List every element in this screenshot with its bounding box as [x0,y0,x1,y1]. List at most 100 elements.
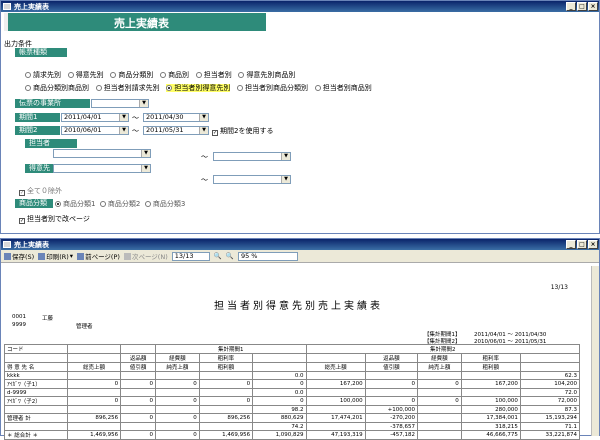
period2-use-checkbox[interactable]: ✓ 期間2を使用する [212,126,273,136]
preview-maximize-button[interactable]: □ [577,240,587,249]
period2-to-select[interactable]: 2011/05/31 [143,126,209,135]
preview-minimize-button[interactable]: _ [566,240,576,249]
print-button[interactable]: 印刷(R) ▾ [38,251,73,261]
table-cell: ＊ 総合計 ＊ [4,430,68,440]
zoom-select[interactable]: 95 % [237,251,298,261]
table-cell [305,405,366,414]
close-button[interactable]: × [588,2,598,11]
table-cell [198,405,254,414]
radio-category[interactable]: 商品分類別 [110,71,153,79]
person-from-select[interactable] [53,149,151,158]
radio-product[interactable]: 商品別 [160,71,189,79]
radio-person-customer[interactable]: 担当者別得意先別 [166,84,231,92]
preview-close-button[interactable]: × [588,240,598,249]
preview-app-icon [3,241,11,248]
radio-category-product[interactable]: 商品分類別商品別 [25,84,89,92]
period1-to-select[interactable]: 2011/04/30 [143,113,209,122]
report-settings-window: 売上実績表 _ □ × 売上実績表 出力条件 帳票種類 請求先別 得意先別 商品分類… [0,0,600,234]
table-cell: 0 [154,379,200,389]
table-row: d-9999 0.0 72.0 [4,388,581,397]
preview-titlebar: 売上実績表 _ □ × [1,239,599,250]
table-cell: 0 [120,430,156,440]
table-cell: 71.1 [519,422,581,431]
office-label: 伝票の事業所 [15,99,90,108]
table-cell: 0 [198,379,254,389]
minimize-button[interactable]: _ [566,2,576,11]
zoom-out-button[interactable]: 🔍 [226,252,234,260]
table-cell [66,371,122,380]
table-cell: 1,469,956 [198,430,254,440]
table-cell: 87.3 [519,405,581,414]
office-select[interactable] [91,99,149,108]
table-cell [305,388,366,397]
radio-customer-product[interactable]: 得意先別商品別 [238,71,295,79]
table-cell: 62.3 [519,371,581,380]
period2-from-select[interactable]: 2010/06/01 [61,126,129,135]
table-cell: 0.0 [252,371,307,380]
category-radio-group: 商品分類1 商品分類2 商品分類3 [55,199,185,209]
prev-page-button[interactable]: 前ページ(P) [77,251,120,261]
col-name: 得 意 先 名 [4,362,68,372]
table-cell: ｱｲｶﾞﾜ（子2） [4,396,68,406]
table-cell: 72.0 [519,388,581,397]
customer-from-select[interactable] [53,164,151,173]
save-button[interactable]: 保存(S) [4,251,34,261]
table-cell: -378,657 [364,422,419,431]
table-cell [154,371,200,380]
page-banner: 売上実績表 [4,13,266,31]
col-period1: 集計期間1 [154,344,307,354]
table-cell [417,422,462,431]
table-cell: 0.0 [252,388,307,397]
table-cell: 0 [120,379,156,389]
table-cell: 1,090,829 [252,430,307,440]
vertical-scrollbar[interactable] [591,266,599,436]
table-cell: 17,474,201 [305,413,366,423]
radio-cat1[interactable]: 商品分類1 [55,200,95,208]
period2-label: 期間2 [15,126,60,135]
radio-cat3[interactable]: 商品分類3 [144,200,185,208]
period1-from-select[interactable]: 2011/04/01 [61,113,129,122]
report-page: 13/13 担当者別得意先別売上実績表 0001 工藤 9999 管理者 【集計… [4,266,581,440]
report-page-number: 13/13 [550,284,568,291]
table-cell [154,422,200,431]
table-cell: 0 [154,430,200,440]
table-cell: 896,256 [198,413,254,423]
table-cell [417,413,462,423]
table-cell [4,405,68,414]
person-code: 0001 [12,314,26,320]
table-row: 管理者 計 896,256 0 0 896,256 880,629 17,474,201 -2… [4,413,581,423]
table-cell [120,371,156,380]
preview-window-title: 売上実績表 [14,240,49,249]
next-page-button[interactable]: 次ページ(N) [123,251,168,261]
table-cell [198,388,254,397]
table-cell: 98.2 [252,405,307,414]
maximize-button[interactable]: □ [577,2,587,11]
exclude-zero-checkbox[interactable]: ✓ 全て０除外 [19,186,62,196]
table-cell: ｱｲｶﾞﾜ（子1） [4,379,68,389]
radio-person-bill[interactable]: 担当者別請求先別 [95,84,160,92]
table-cell: 1,469,956 [66,430,122,440]
zoom-in-button[interactable]: 🔍 [214,252,222,260]
table-cell: 0 [66,379,122,389]
customer-to-select[interactable] [213,175,291,184]
print-icon [38,252,46,260]
preview-toolbar: 保存(S) 印刷(R) ▾ 前ページ(P) 次ページ(N) 13/13 🔍 🔍 9… [1,250,599,263]
page-number-box[interactable]: 13/13 [171,251,210,261]
person-label: 担当者 [25,139,77,148]
radio-person[interactable]: 担当者別 [195,71,232,79]
pagebreak-checkbox[interactable]: ✓ 担当者別で改ページ [19,214,90,224]
window-titlebar: 売上実績表 _ □ × [1,1,599,12]
radio-customer[interactable]: 得意先別 [67,71,104,79]
radio-person-product[interactable]: 担当者別商品別 [314,84,372,92]
table-cell: 0 [252,379,307,389]
report-preview-window: 売上実績表 _ □ × 保存(S) 印刷(R) ▾ 前ページ(P) 次ページ(N) 1… [0,238,600,440]
period2-tilde: 〜 [132,127,139,135]
table-cell: 0 [198,396,254,406]
person-to-select[interactable] [213,152,291,161]
table-cell [417,430,462,440]
table-cell: 46,666,775 [460,430,521,440]
table-cell: kkkk [4,371,68,380]
radio-cat2[interactable]: 商品分類2 [99,200,140,208]
radio-person-category[interactable]: 担当者別商品分類別 [237,84,308,92]
radio-bill[interactable]: 請求先別 [25,71,61,79]
